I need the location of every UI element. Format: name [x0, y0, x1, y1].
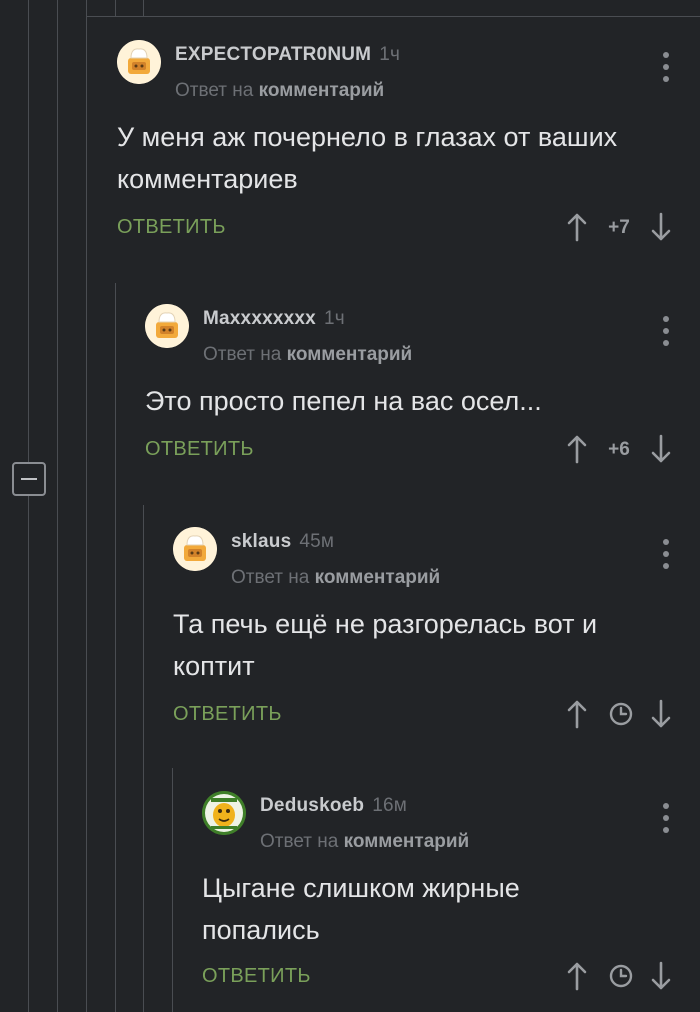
comment-body-line: попались	[202, 915, 320, 945]
more-options-icon[interactable]	[660, 316, 672, 346]
reply-to-info: Ответ на комментарий	[231, 567, 440, 589]
upvote-arrow-icon[interactable]	[567, 961, 587, 991]
reply-target-link[interactable]: комментарий	[259, 80, 385, 101]
reply-target-link[interactable]: комментарий	[287, 344, 413, 365]
reply-button[interactable]: ОТВЕТИТЬ	[117, 216, 226, 239]
comment: EXPECTOPATR0NUM 1ч Ответ на комментарий У…	[117, 40, 700, 270]
thread-line	[143, 0, 144, 16]
default-avatar-icon[interactable]	[145, 304, 189, 348]
default-avatar-icon[interactable]	[117, 40, 161, 84]
comment-author[interactable]: Maxxxxxxxx 1ч	[203, 308, 345, 330]
author-name[interactable]: EXPECTOPATR0NUM	[175, 44, 371, 65]
comment-body-line: У меня аж почернело в глазах от ваших	[117, 122, 618, 152]
author-name[interactable]: Deduskoeb	[260, 795, 364, 816]
reply-button[interactable]: ОТВЕТИТЬ	[145, 438, 254, 461]
comment-body: У меня аж почернело в глазах от ваших ко…	[117, 116, 617, 200]
comment-body-line: Цыгане слишком жирные	[202, 873, 520, 903]
clock-icon	[609, 964, 633, 988]
comment-thread-page: EXPECTOPATR0NUM 1ч Ответ на комментарий У…	[0, 0, 700, 1012]
reply-button[interactable]: ОТВЕТИТЬ	[202, 965, 311, 988]
comment-author[interactable]: sklaus 45м	[231, 531, 334, 553]
comment-body-line: Та печь ещё не разгорелась вот и	[173, 609, 598, 639]
reply-prefix: Ответ на	[175, 80, 254, 101]
more-options-icon[interactable]	[660, 803, 672, 833]
downvote-arrow-icon[interactable]	[651, 961, 671, 991]
comment-author[interactable]: EXPECTOPATR0NUM 1ч	[175, 44, 400, 66]
comment: Maxxxxxxxx 1ч Ответ на комментарий Это пр…	[145, 304, 700, 494]
comment-rating: +7	[608, 217, 630, 238]
reply-target-link[interactable]: комментарий	[344, 831, 470, 852]
comment-body: Цыгане слишком жирные попались	[202, 867, 520, 951]
thread-divider	[86, 16, 700, 17]
thread-line	[143, 505, 144, 1012]
thread-line	[115, 0, 116, 16]
comment-body-line: комментариев	[117, 164, 298, 194]
collapse-thread-button[interactable]	[12, 462, 46, 496]
comment-time: 45м	[299, 531, 335, 552]
reply-prefix: Ответ на	[231, 567, 310, 588]
author-name[interactable]: sklaus	[231, 531, 291, 552]
reply-to-info: Ответ на комментарий	[203, 344, 412, 366]
upvote-arrow-icon[interactable]	[567, 434, 587, 464]
cartoon-avatar-icon[interactable]	[202, 791, 246, 835]
default-avatar-icon[interactable]	[173, 527, 217, 571]
comment-author[interactable]: Deduskoeb 16м	[260, 795, 407, 817]
comment-rating: +6	[608, 439, 630, 460]
reply-prefix: Ответ на	[203, 344, 282, 365]
comment-body: Это просто пепел на вас осел...	[145, 380, 542, 422]
comment-time: 16м	[372, 795, 408, 816]
downvote-arrow-icon[interactable]	[651, 212, 671, 242]
comment-body-line: коптит	[173, 651, 255, 681]
reply-prefix: Ответ на	[260, 831, 339, 852]
comment: Deduskoeb 16м Ответ на комментарий Цыгане…	[202, 791, 700, 1012]
comment: sklaus 45м Ответ на комментарий Та печь е…	[173, 527, 700, 757]
thread-line	[57, 0, 58, 1012]
more-options-icon[interactable]	[660, 539, 672, 569]
comment-time: 1ч	[379, 44, 401, 65]
downvote-arrow-icon[interactable]	[651, 699, 671, 729]
thread-line	[86, 0, 87, 1012]
upvote-arrow-icon[interactable]	[567, 699, 587, 729]
more-options-icon[interactable]	[660, 52, 672, 82]
thread-line	[115, 283, 116, 1012]
thread-line	[172, 768, 173, 1012]
clock-icon	[609, 702, 633, 726]
author-name[interactable]: Maxxxxxxxx	[203, 308, 316, 329]
reply-to-info: Ответ на комментарий	[175, 80, 384, 102]
comment-body-line: Это просто пепел на вас осел...	[145, 386, 542, 416]
thread-line	[28, 0, 29, 1012]
reply-target-link[interactable]: комментарий	[315, 567, 441, 588]
reply-button[interactable]: ОТВЕТИТЬ	[173, 703, 282, 726]
reply-to-info: Ответ на комментарий	[260, 831, 469, 853]
comment-body: Та печь ещё не разгорелась вот и коптит	[173, 603, 597, 687]
downvote-arrow-icon[interactable]	[651, 434, 671, 464]
upvote-arrow-icon[interactable]	[567, 212, 587, 242]
comment-time: 1ч	[323, 308, 345, 329]
